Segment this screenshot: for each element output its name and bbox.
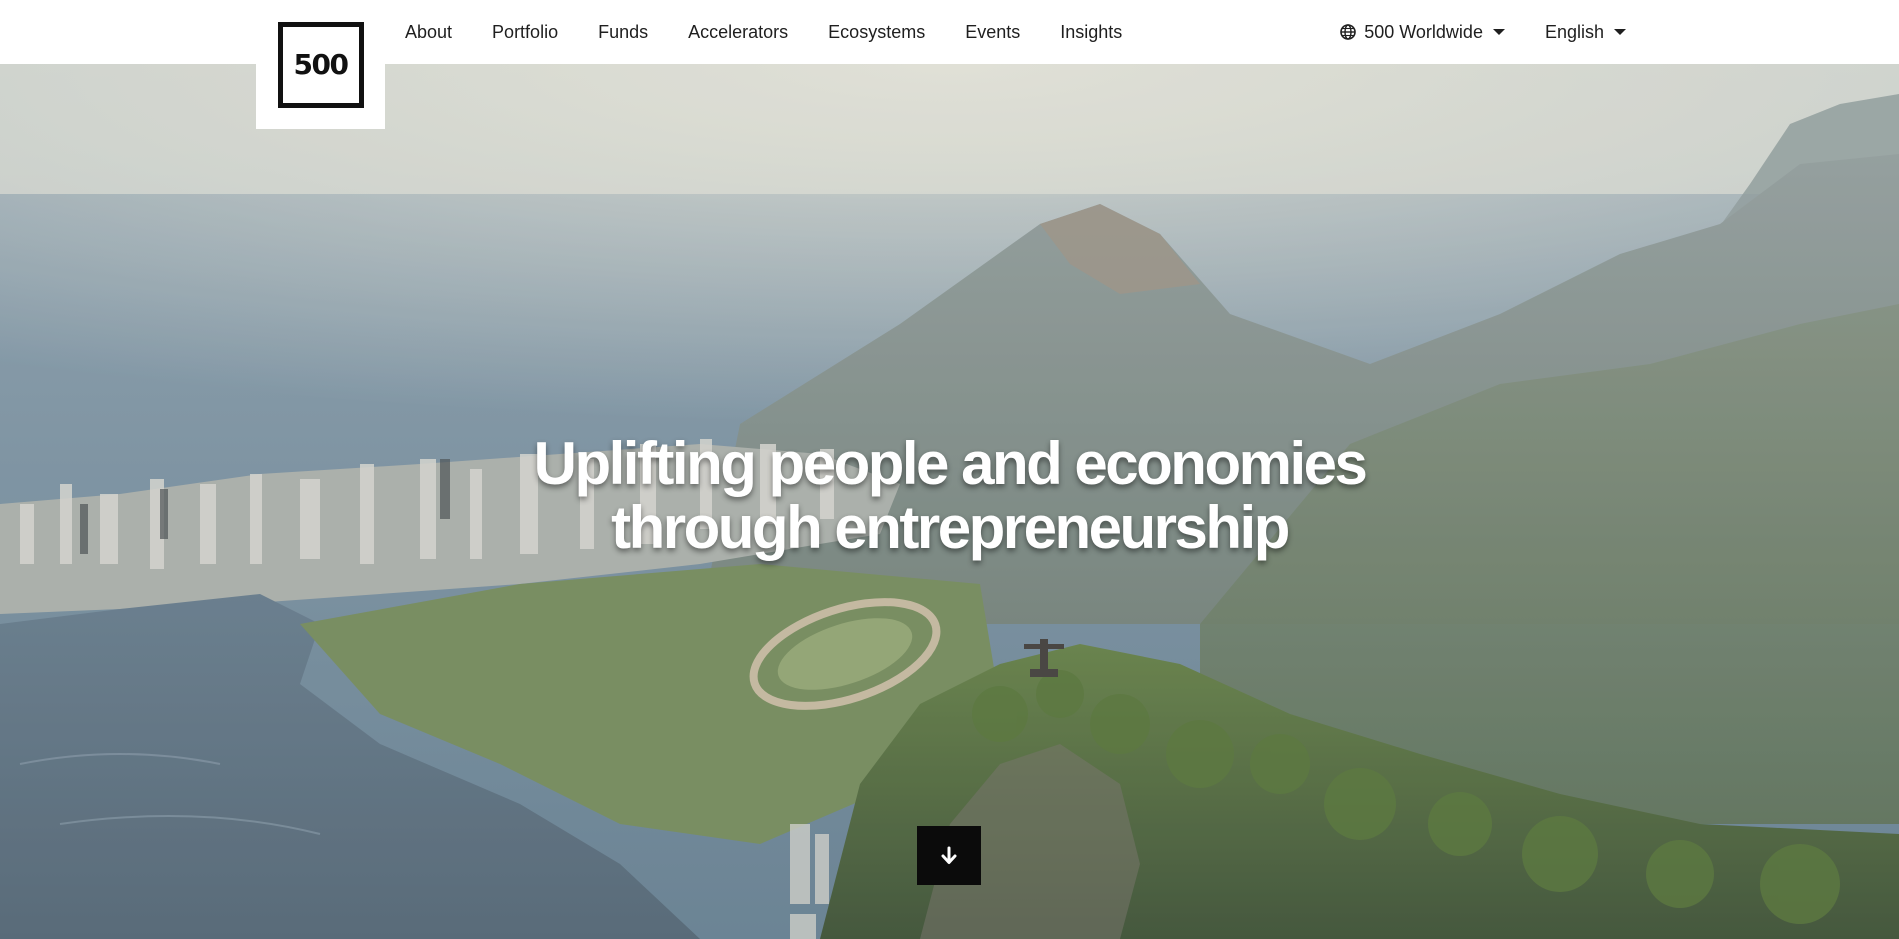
main-nav: About Portfolio Funds Accelerators Ecosy… [385, 0, 1142, 64]
nav-about[interactable]: About [405, 22, 452, 43]
logo-mark: 500 [277, 21, 364, 108]
hero-headline: Uplifting people and economies through e… [0, 432, 1899, 560]
hero-headline-line-2: through entrepreneurship [611, 494, 1290, 561]
nav-accelerators[interactable]: Accelerators [688, 22, 788, 43]
nav-events[interactable]: Events [965, 22, 1020, 43]
region-dropdown[interactable]: 500 Worldwide [1340, 22, 1505, 43]
nav-portfolio[interactable]: Portfolio [492, 22, 558, 43]
scroll-down-button[interactable] [917, 826, 981, 885]
hero-headline-line-1: Uplifting people and economies [533, 430, 1368, 497]
nav-ecosystems[interactable]: Ecosystems [828, 22, 925, 43]
site-logo[interactable]: 500 [256, 0, 385, 129]
arrow-down-icon [941, 846, 957, 864]
nav-insights[interactable]: Insights [1060, 22, 1122, 43]
nav-funds[interactable]: Funds [598, 22, 648, 43]
header-right-controls: 500 Worldwide English [1300, 0, 1626, 64]
chevron-down-icon [1492, 29, 1505, 35]
region-dropdown-label: 500 Worldwide [1364, 21, 1483, 42]
globe-icon [1340, 24, 1357, 40]
logo-text: 500 [293, 48, 349, 81]
chevron-down-icon [1614, 29, 1626, 35]
language-dropdown[interactable]: English [1545, 22, 1626, 43]
hero-section: Uplifting people and economies through e… [0, 64, 1899, 939]
language-dropdown-label: English [1544, 21, 1604, 42]
